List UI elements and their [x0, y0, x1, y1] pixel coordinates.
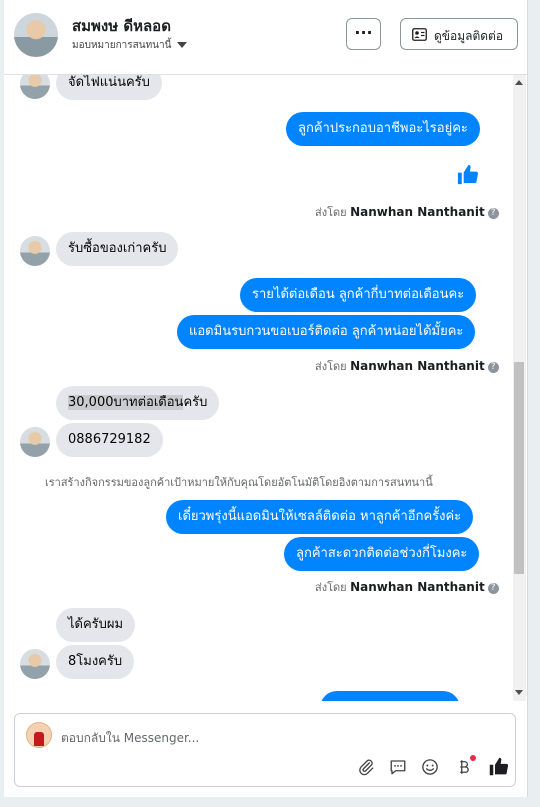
contact-avatar[interactable]	[14, 13, 58, 57]
incoming-message[interactable]: ได้ครับผม	[56, 608, 136, 642]
assign-conversation-dropdown[interactable]: มอบหมายการสนทนานี้	[72, 38, 188, 53]
sender-name: Nanwhan Nanthanit	[350, 359, 485, 373]
caret-down-icon	[177, 42, 188, 48]
incoming-message[interactable]: 30,000บาทต่อเดือนครับ	[56, 386, 220, 420]
contact-card-icon	[412, 28, 427, 41]
reply-input[interactable]: ตอบกลับใน Messenger...	[61, 729, 199, 748]
assign-label: มอบหมายการสนทนานี้	[72, 40, 172, 51]
contact-avatar-small	[20, 75, 50, 99]
scroll-down-arrow[interactable]	[515, 690, 523, 695]
outgoing-message[interactable]: รายได้ต่อเดือน ลูกค้ากี่บาทต่อเดือนคะ	[240, 278, 477, 312]
incoming-message[interactable]: จัดไฟแน่นครับ	[56, 75, 162, 100]
scrollbar-thumb[interactable]	[514, 362, 524, 574]
like-icon[interactable]	[456, 163, 479, 186]
outgoing-message-clipped[interactable]	[320, 691, 460, 701]
info-icon[interactable]: ?	[487, 207, 499, 219]
emoji-icon[interactable]	[421, 758, 439, 776]
outgoing-message[interactable]: เดี๋ยวพรุ่งนี้แอดมินให้เซลล์ติดต่อ หาลูก…	[166, 500, 474, 534]
info-icon[interactable]: ?	[487, 361, 499, 373]
outgoing-message[interactable]: แอดมินรบกวนขอเบอร์ติดต่อ ลูกค้าหน่อยได้ม…	[177, 315, 476, 349]
outgoing-message[interactable]: ลูกค้าประกอบอาชีพอะไรอยู่คะ	[286, 112, 480, 146]
more-options-button[interactable]: ···	[346, 18, 381, 50]
sent-by-label: ส่งโดย Nanwhan Nanthanit?	[315, 578, 499, 596]
sent-prefix: ส่งโดย	[315, 360, 347, 373]
outgoing-message[interactable]: ลูกค้าสะดวกติดต่อช่วงกี่โมงคะ	[284, 537, 480, 571]
paperclip-icon[interactable]	[357, 758, 375, 776]
contact-avatar-small	[20, 427, 50, 457]
sent-by-label: ส่งโดย Nanwhan Nanthanit?	[315, 357, 499, 375]
contact-avatar-small	[20, 236, 50, 266]
sender-name: Nanwhan Nanthanit	[350, 205, 485, 219]
baht-icon[interactable]	[455, 758, 473, 776]
thumbs-up-icon[interactable]	[488, 756, 509, 777]
incoming-message[interactable]: รับซื้อของเก่าครับ	[56, 232, 179, 266]
reply-composer: ตอบกลับใน Messenger...	[14, 713, 516, 787]
saved-reply-icon[interactable]	[389, 758, 407, 776]
sent-prefix: ส่งโดย	[315, 206, 347, 219]
incoming-message[interactable]: 8โมงครับ	[56, 645, 135, 679]
scroll-up-arrow[interactable]	[515, 80, 523, 85]
view-contact-button[interactable]: ดูข้อมูลติดต่อ	[400, 18, 518, 50]
info-icon[interactable]: ?	[487, 582, 499, 594]
contact-avatar-small	[20, 649, 50, 679]
incoming-message[interactable]: 0886729182	[56, 423, 163, 457]
sent-prefix: ส่งโดย	[315, 581, 347, 594]
view-contact-label: ดูข้อมูลติดต่อ	[434, 29, 504, 43]
notification-dot	[470, 755, 476, 761]
sender-name: Nanwhan Nanthanit	[350, 580, 485, 594]
page-avatar	[26, 722, 52, 748]
contact-name[interactable]: สมพงษ ดีหลอด	[72, 14, 171, 38]
sent-by-label: ส่งโดย Nanwhan Nanthanit?	[315, 203, 499, 221]
highlighted-text: 30,000บาทต่อเดือน	[68, 395, 184, 410]
message-text: ครับ	[183, 395, 208, 410]
system-note: เราสร้างกิจกรรมของลูกค้าเป้าหมายให้กับคุ…	[45, 476, 433, 489]
conversation-header: สมพงษ ดีหลอด มอบหมายการสนทนานี้ ··· ดูข้…	[4, 0, 527, 75]
conversation-panel: สมพงษ ดีหลอด มอบหมายการสนทนานี้ ··· ดูข้…	[4, 0, 528, 797]
message-thread[interactable]: จัดไฟแน่นครับ ลูกค้าประกอบอาชีพอะไรอยู่ค…	[4, 75, 512, 701]
